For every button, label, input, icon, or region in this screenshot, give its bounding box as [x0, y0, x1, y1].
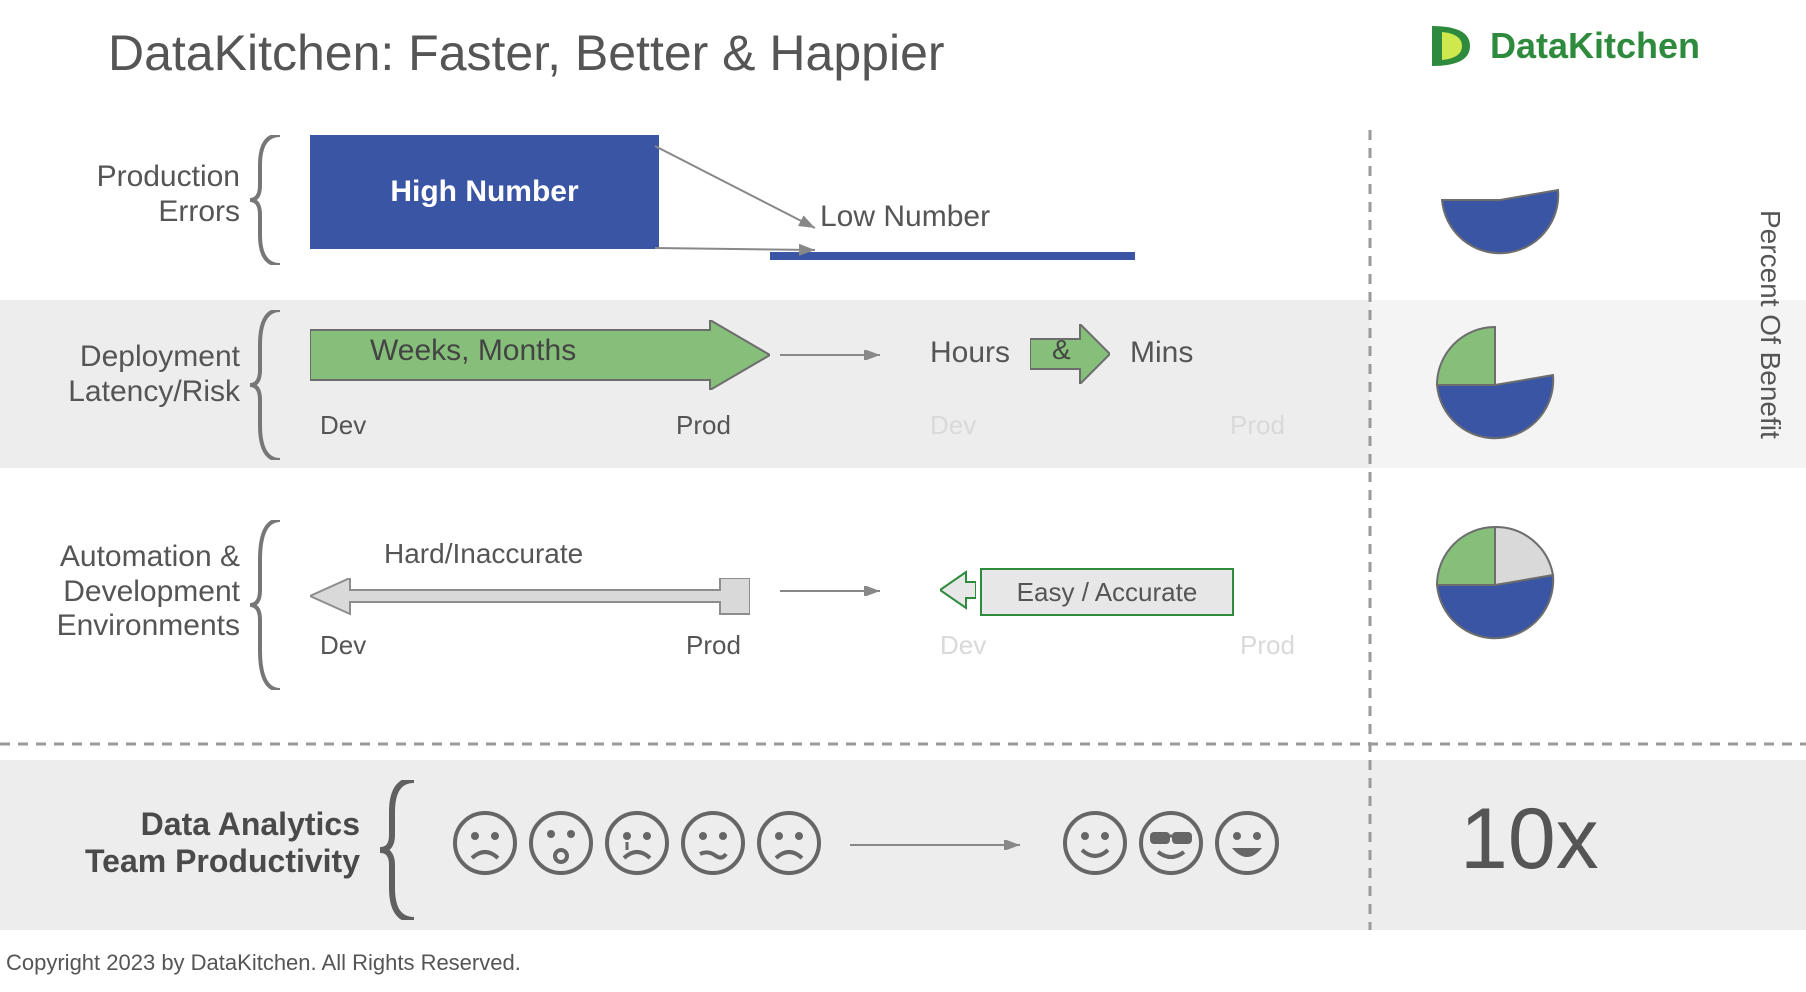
cool-face-icon — [1136, 808, 1206, 878]
errors-arrows — [655, 138, 835, 258]
deploy-dev-after: Dev — [930, 410, 976, 441]
errors-before-box: High Number — [310, 135, 659, 249]
deploy-after-mins: Mins — [1130, 336, 1193, 370]
deploy-transition-arrow — [780, 350, 890, 360]
vertical-divider — [1368, 130, 1372, 930]
auto-before-text: Hard/Inaccurate — [384, 538, 583, 570]
crying-face-icon — [602, 808, 672, 878]
auto-after-arrow — [940, 570, 976, 610]
deploy-l1: Deployment — [80, 340, 240, 373]
row-label-errors: Production Errors — [40, 160, 240, 229]
deploy-l2: Latency/Risk — [68, 375, 240, 408]
worried-face-icon — [526, 808, 596, 878]
confused-face-icon — [678, 808, 748, 878]
page-title: DataKitchen: Faster, Better & Happier — [108, 24, 945, 82]
errors-l2: Errors — [158, 195, 240, 228]
deploy-prod-before: Prod — [676, 410, 731, 441]
brand-name: DataKitchen — [1490, 25, 1700, 67]
deploy-before-text: Weeks, Months — [370, 334, 576, 368]
pie-auto — [1430, 520, 1570, 660]
auto-after-box: Easy / Accurate — [980, 568, 1234, 616]
deploy-after-amp: & — [1052, 334, 1071, 366]
datakitchen-logo-icon — [1430, 22, 1478, 70]
pie-errors — [1440, 150, 1560, 260]
row-label-deploy: Deployment Latency/Risk — [20, 340, 240, 409]
copyright: Copyright 2023 by DataKitchen. All Right… — [6, 950, 521, 976]
deploy-after-hours: Hours — [930, 336, 1010, 370]
smile-face-icon — [1060, 808, 1130, 878]
auto-before-arrow — [310, 578, 750, 624]
grin-face-icon — [1212, 808, 1282, 878]
sad-faces — [450, 808, 824, 878]
errors-before-text: High Number — [390, 175, 578, 209]
auto-dev-before: Dev — [320, 630, 366, 661]
brace-errors — [250, 135, 290, 265]
auto-prod-after: Prod — [1240, 630, 1295, 661]
errors-l1: Production — [97, 160, 240, 193]
row-label-auto: Automation & Development Environments — [10, 540, 240, 644]
auto-l2: Development — [63, 575, 240, 608]
team-l1: Data Analytics — [141, 806, 360, 842]
auto-after-text: Easy / Accurate — [1017, 577, 1198, 608]
auto-transition-arrow — [780, 586, 890, 596]
auto-dev-after: Dev — [940, 630, 986, 661]
errors-after-label: Low Number — [820, 200, 990, 234]
brace-auto — [250, 520, 290, 690]
team-l2: Team Productivity — [85, 843, 360, 879]
sad-face-icon — [450, 808, 520, 878]
ten-x-metric: 10x — [1460, 790, 1599, 889]
deploy-dev-before: Dev — [320, 410, 366, 441]
brace-deploy — [250, 310, 290, 460]
brace-team — [380, 780, 424, 920]
auto-l1: Automation & — [60, 540, 240, 573]
row-label-team: Data Analytics Team Productivity — [60, 806, 360, 880]
auto-l3: Environments — [57, 609, 240, 642]
horizontal-divider — [0, 742, 1806, 746]
frown-face-icon — [754, 808, 824, 878]
benefit-axis-label: Percent Of Benefit — [1754, 210, 1786, 439]
happy-faces — [1060, 808, 1282, 878]
deploy-prod-after: Prod — [1230, 410, 1285, 441]
team-transition-arrow — [850, 840, 1030, 850]
pie-deploy — [1430, 320, 1570, 460]
brand-logo: DataKitchen — [1430, 22, 1700, 70]
auto-prod-before: Prod — [686, 630, 741, 661]
